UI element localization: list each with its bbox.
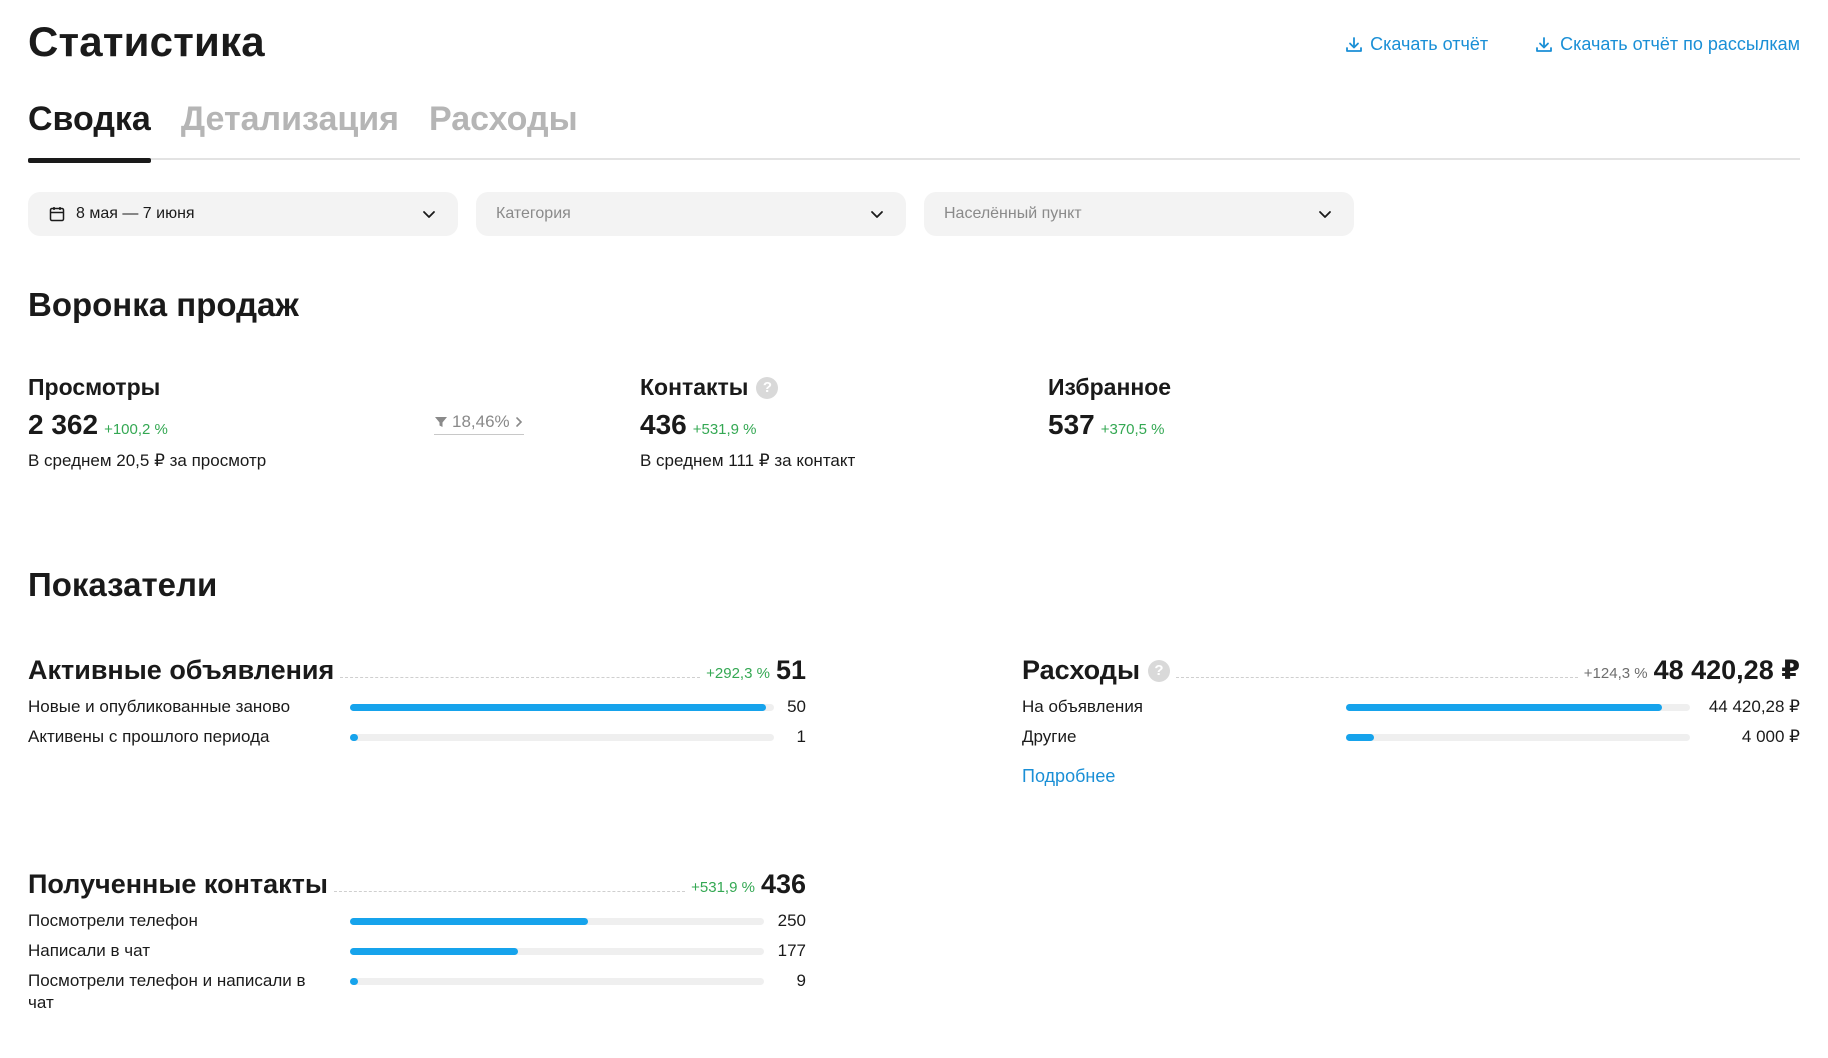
list-item: Другие 4 000 ₽ [1022, 726, 1800, 756]
row-label: Активены с прошлого периода [28, 727, 270, 746]
download-icon [1536, 36, 1553, 52]
list-item: Написали в чат 177 [28, 940, 806, 970]
bar-track [350, 734, 774, 741]
page-title: Статистика [28, 18, 265, 65]
help-icon[interactable]: ? [1148, 659, 1171, 682]
tabs: Сводка Детализация Расходы [28, 96, 1800, 163]
divider [1176, 677, 1578, 678]
download-report-link[interactable]: Скачать отчёт [1344, 34, 1488, 55]
tab-summary[interactable]: Сводка [28, 96, 151, 163]
metric-favorites: Избранное 537 +370,5 % [1048, 374, 1171, 441]
period-value: 8 мая — 7 июня [76, 205, 195, 222]
contacts-total: 436 [760, 869, 806, 899]
active-ads-delta: +292,3 % [706, 665, 770, 682]
active-ads-title: Активные объявления [28, 655, 335, 685]
row-value: 9 [796, 971, 806, 990]
metric-views-avg: В среднем 20,5 ₽ за просмотр [28, 451, 267, 470]
list-item: Новые и опубликованные заново 50 [28, 696, 806, 726]
bar-track [1346, 704, 1690, 711]
metric-views-label: Просмотры [28, 374, 161, 400]
contacts-delta: +531,9 % [691, 879, 755, 896]
metric-views-value: 2 362 [28, 409, 99, 440]
conversion-link[interactable]: 18,46% [434, 412, 524, 435]
metric-views-delta: +100,2 % [104, 421, 168, 438]
divider [340, 677, 701, 678]
header-actions: Скачать отчёт Скачать отчёт по рассылкам [1344, 34, 1800, 55]
metric-contacts: Контакты ? 436 +531,9 % В среднем 111 ₽ … [640, 374, 855, 471]
bar-fill [350, 704, 766, 711]
more-details-link[interactable]: Подробнее [1022, 766, 1115, 787]
city-select[interactable]: Населённый пункт [924, 192, 1354, 236]
bar-track [350, 704, 774, 711]
conversion-value: 18,46% [452, 412, 510, 431]
active-ads-total: 51 [775, 655, 806, 685]
row-label: Написали в чат [28, 941, 151, 960]
metric-favorites-value: 537 [1048, 409, 1095, 440]
metric-contacts-label: Контакты [640, 374, 749, 400]
download-report-label: Скачать отчёт [1370, 34, 1489, 54]
calendar-icon [49, 207, 65, 222]
row-label: Посмотрели телефон и написали в чат [28, 971, 306, 1012]
download-mailing-report-link[interactable]: Скачать отчёт по рассылкам [1534, 34, 1800, 55]
row-label: Новые и опубликованные заново [28, 697, 291, 716]
tab-details[interactable]: Детализация [181, 96, 399, 160]
tab-expenses[interactable]: Расходы [429, 96, 578, 160]
chevron-down-icon [871, 211, 883, 218]
period-select[interactable]: 8 мая — 7 июня [28, 192, 458, 236]
divider [333, 891, 686, 892]
category-select[interactable]: Категория [476, 192, 906, 236]
row-value: 4 000 ₽ [1741, 727, 1800, 746]
bar-track [350, 978, 764, 985]
bar-track [350, 948, 764, 955]
funnel-icon [435, 417, 447, 427]
row-value: 44 420,28 ₽ [1708, 697, 1800, 716]
active-ads-block: Активные объявления +292,3 % 51 Новые и … [28, 650, 806, 756]
metric-contacts-value: 436 [640, 409, 687, 440]
bar-fill [350, 734, 359, 741]
metric-contacts-avg: В среднем 111 ₽ за контакт [640, 451, 856, 470]
chevron-down-icon [423, 211, 435, 218]
metric-views: Просмотры 2 362 +100,2 % В среднем 20,5 … [28, 374, 266, 471]
row-value: 250 [777, 911, 806, 930]
expenses-total: 48 420,28 ₽ [1653, 655, 1800, 685]
category-placeholder: Категория [496, 205, 571, 222]
bar-fill [1346, 734, 1374, 741]
list-item: Активены с прошлого периода 1 [28, 726, 806, 756]
contacts-block: Полученные контакты +531,9 % 436 Посмотр… [28, 864, 806, 1014]
chevron-right-icon [515, 417, 522, 427]
row-label: На объявления [1022, 697, 1144, 716]
help-icon[interactable]: ? [756, 376, 779, 399]
list-item: Посмотрели телефон и написали в чат 9 [28, 970, 806, 1014]
list-item: Посмотрели телефон 250 [28, 910, 806, 940]
list-item: На объявления 44 420,28 ₽ [1022, 696, 1800, 726]
metric-favorites-delta: +370,5 % [1100, 421, 1165, 438]
bar-fill [350, 978, 359, 985]
row-label: Другие [1022, 727, 1077, 746]
bar-track [350, 918, 764, 925]
bar-fill [350, 918, 588, 925]
row-value: 1 [796, 727, 806, 746]
expenses-block: Расходы ? +124,3 % 48 420,28 ₽ На объявл… [1022, 650, 1800, 787]
row-value: 50 [787, 697, 806, 716]
expenses-delta: +124,3 % [1583, 665, 1648, 682]
expenses-title: Расходы [1022, 655, 1141, 685]
row-value: 177 [777, 941, 806, 960]
indicators-title: Показатели [28, 566, 218, 603]
chevron-down-icon [1319, 211, 1331, 218]
download-mailing-report-label: Скачать отчёт по рассылкам [1560, 34, 1800, 54]
bar-fill [1346, 704, 1663, 711]
metric-favorites-label: Избранное [1048, 374, 1172, 400]
metric-contacts-delta: +531,9 % [692, 421, 757, 438]
row-label: Посмотрели телефон [28, 911, 198, 930]
filters: 8 мая — 7 июня Категория Населённый пунк… [28, 192, 1354, 236]
download-icon [1346, 36, 1363, 52]
bar-track [1346, 734, 1690, 741]
funnel-title: Воронка продаж [28, 286, 299, 323]
contacts-title: Полученные контакты [28, 869, 328, 899]
bar-fill [350, 948, 519, 955]
city-placeholder: Населённый пункт [944, 205, 1082, 222]
